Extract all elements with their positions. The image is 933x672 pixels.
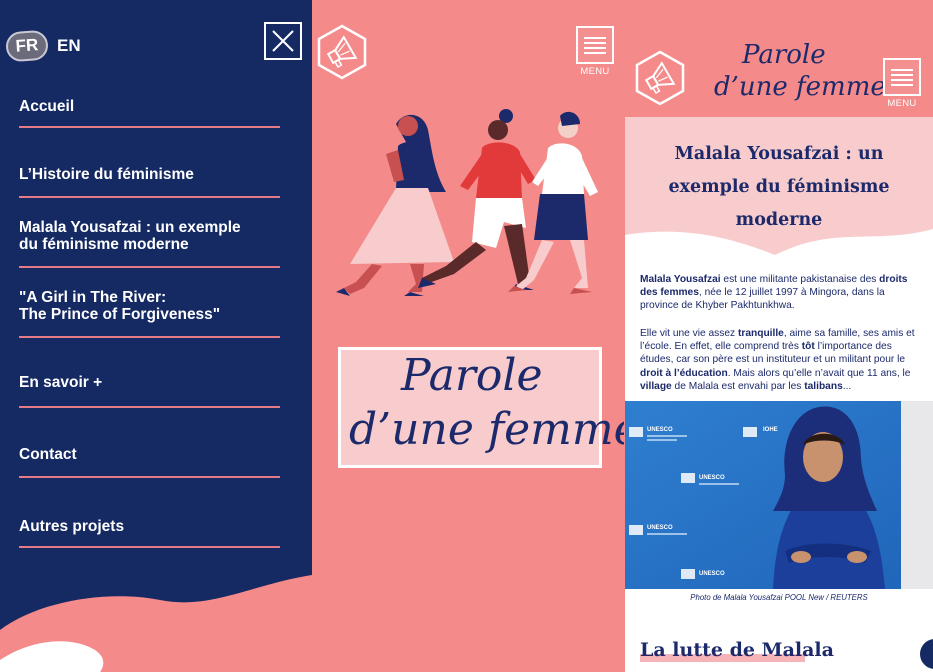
svg-text:IOHE: IOHE	[763, 427, 778, 433]
hamburger-icon	[883, 58, 921, 96]
menu-item-malala[interactable]: Malala Yousafzai : un exemple du féminis…	[19, 219, 280, 253]
close-menu-button[interactable]	[264, 22, 302, 60]
photo-image: UNESCO UNESCO UNESCO UNESCO IOHE	[625, 401, 933, 589]
title-line-2: d’une femme	[349, 404, 640, 455]
menu-divider	[19, 476, 280, 478]
article-title: Malala Yousafzai : un exemple du féminis…	[668, 144, 890, 230]
home-screen-panel	[312, 0, 624, 672]
menu-divider	[19, 126, 280, 128]
menu-divider	[19, 406, 280, 408]
malala-photo: UNESCO UNESCO UNESCO UNESCO IOHE	[625, 401, 933, 589]
menu-item-contact[interactable]: Contact	[19, 446, 280, 463]
menu-item-accueil[interactable]: Accueil	[19, 98, 280, 115]
svg-text:UNESCO: UNESCO	[647, 525, 673, 531]
menu-divider	[19, 336, 280, 338]
home-menu-button[interactable]: MENU	[576, 26, 614, 77]
article-paragraph-2: Elle vit une vie assez tranquille, aime …	[640, 328, 915, 392]
site-title-card[interactable]: Parole d’une femme	[338, 347, 640, 468]
hamburger-icon	[576, 26, 614, 64]
svg-text:UNESCO: UNESCO	[699, 571, 725, 577]
navigation-menu-panel: FR EN Accueil L’Histoire du féminisme Ma…	[0, 0, 312, 672]
language-fr-label: FR	[14, 35, 39, 56]
article-content: Malala Yousafzai : un exemple du féminis…	[625, 117, 933, 672]
header-title-line-1: Parole	[742, 40, 826, 70]
walking-women-illustration	[336, 109, 598, 296]
close-icon	[272, 30, 294, 52]
megaphone-logo-icon[interactable]	[634, 50, 686, 106]
article-menu-button[interactable]: MENU	[883, 58, 921, 109]
article-paragraph-1: Malala Yousafzai est une militante pakis…	[640, 274, 908, 312]
menu-item-en-savoir[interactable]: En savoir +	[19, 374, 280, 391]
menu-item-histoire[interactable]: L’Histoire du féminisme	[19, 166, 280, 183]
menu-divider	[19, 546, 280, 548]
title-line-1: Parole	[401, 350, 543, 401]
header-title-line-2: d’une femme	[714, 72, 886, 102]
menu-label: MENU	[580, 66, 610, 77]
megaphone-logo-icon[interactable]	[316, 24, 368, 80]
menu-divider	[19, 196, 280, 198]
language-en-button[interactable]: EN	[57, 36, 81, 56]
menu-label: MENU	[887, 98, 917, 109]
menu-item-girl-in-river[interactable]: "A Girl in The River: The Prince of Forg…	[19, 289, 280, 323]
svg-text:UNESCO: UNESCO	[699, 475, 725, 481]
svg-text:UNESCO: UNESCO	[647, 427, 673, 433]
menu-divider	[19, 266, 280, 268]
section-title: La lutte de Malala	[640, 639, 834, 661]
app-screens: FR EN Accueil L’Histoire du féminisme Ma…	[0, 0, 933, 672]
photo-caption: Photo de Malala Yousafzai POOL New / REU…	[690, 593, 868, 602]
menu-item-autres-projets[interactable]: Autres projets	[19, 518, 280, 535]
